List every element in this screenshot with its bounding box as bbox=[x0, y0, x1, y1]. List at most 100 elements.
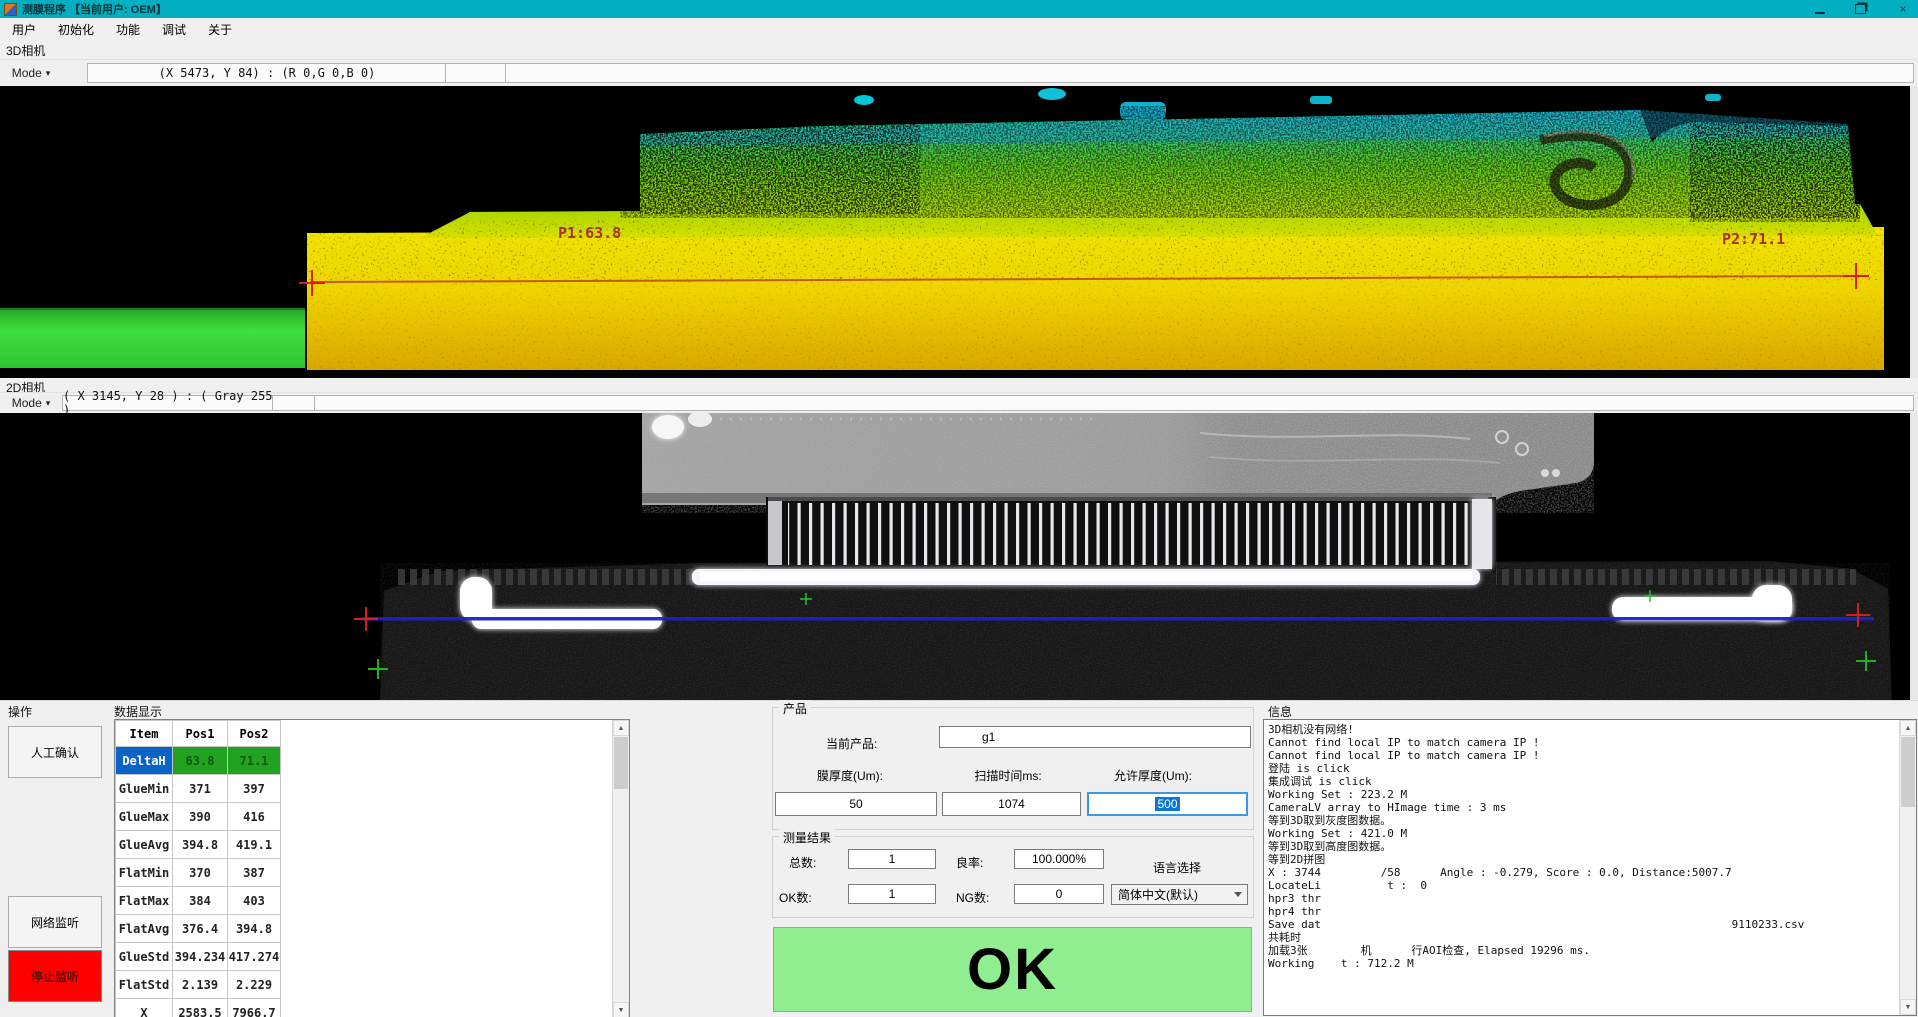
scrollbar-thumb[interactable] bbox=[1901, 737, 1915, 807]
language-label: 语言选择 bbox=[1153, 859, 1201, 876]
value-cell: 71.1 bbox=[228, 747, 281, 775]
ng-count-label: NG数: bbox=[956, 889, 989, 906]
table-row[interactable]: X2583.57966.7 bbox=[116, 999, 281, 1017]
camera2d-status-segment bbox=[272, 395, 316, 411]
column-header[interactable]: Pos2 bbox=[228, 721, 281, 747]
table-row[interactable]: GlueMin371397 bbox=[116, 775, 281, 803]
log-line: hpr3 thr bbox=[1268, 892, 1898, 905]
allow-thickness-field[interactable]: 500 bbox=[1087, 792, 1248, 816]
value-cell: 387 bbox=[228, 859, 281, 887]
scan-time-field[interactable]: 1074 bbox=[942, 792, 1081, 816]
camera3d-status-segment bbox=[445, 63, 507, 83]
total-field[interactable]: 1 bbox=[848, 849, 936, 869]
total-label: 总数: bbox=[789, 854, 816, 871]
yield-label: 良率: bbox=[956, 854, 983, 871]
measurement-listview[interactable]: ItemPos1Pos2 DeltaH63.871.1GlueMin371397… bbox=[114, 719, 630, 1017]
manual-confirm-button[interactable]: 人工确认 bbox=[8, 726, 102, 778]
table-header-row: ItemPos1Pos2 bbox=[116, 721, 281, 747]
menu-bar: 用户 初始化 功能 调试 关于 bbox=[0, 18, 1918, 40]
current-product-field[interactable]: g1 bbox=[939, 726, 1251, 748]
film-thickness-label: 膜厚度(Um): bbox=[817, 767, 883, 784]
item-cell: GlueMin bbox=[116, 775, 173, 803]
value-cell: 63.8 bbox=[173, 747, 228, 775]
item-cell: FlatStd bbox=[116, 971, 173, 999]
ok-count-field[interactable]: 1 bbox=[848, 884, 936, 904]
stop-listen-button[interactable]: 停止监听 bbox=[8, 950, 102, 1002]
scroll-up-icon[interactable]: ▲ bbox=[613, 720, 629, 736]
item-cell: GlueStd bbox=[116, 943, 173, 971]
value-cell: 371 bbox=[173, 775, 228, 803]
product-group-label: 产品 bbox=[779, 700, 811, 717]
value-cell: 376.4 bbox=[173, 915, 228, 943]
value-cell: 384 bbox=[173, 887, 228, 915]
column-header[interactable]: Item bbox=[116, 721, 173, 747]
menu-item-user[interactable]: 用户 bbox=[2, 19, 46, 40]
operations-label: 操作 bbox=[8, 703, 32, 720]
ng-count-field[interactable]: 0 bbox=[1014, 884, 1104, 904]
minimize-button-icon[interactable] bbox=[1815, 4, 1825, 14]
log-line: 3D相机没有网络! bbox=[1268, 723, 1898, 736]
table-row[interactable]: FlatAvg376.4394.8 bbox=[116, 915, 281, 943]
camera2d-pixel-status: ( X 3145, Y 28 ) : ( Gray 255 ) bbox=[62, 395, 274, 411]
selected-text: 500 bbox=[1155, 797, 1179, 811]
item-cell: FlatAvg bbox=[116, 915, 173, 943]
menu-item-debug[interactable]: 调试 bbox=[152, 19, 196, 40]
item-cell: FlatMin bbox=[116, 859, 173, 887]
allow-thickness-label: 允许厚度(Um): bbox=[1114, 767, 1192, 784]
log-line: Cannot find local IP to match camera IP … bbox=[1268, 736, 1898, 749]
log-line: Working Set : 223.2 M bbox=[1268, 788, 1898, 801]
value-cell: 417.274 bbox=[228, 943, 281, 971]
listview-scrollbar[interactable]: ▲ ▼ bbox=[612, 720, 629, 1017]
network-listen-button[interactable]: 网络监听 bbox=[8, 896, 102, 948]
scrollbar-thumb[interactable] bbox=[614, 737, 628, 789]
restore-button-icon[interactable] bbox=[1855, 4, 1866, 14]
current-product-label: 当前产品: bbox=[826, 735, 877, 752]
camera3d-toolbar: Mode ▾ (X 5473, Y 84) : (R 0,G 0,B 0) bbox=[0, 59, 1918, 87]
language-select[interactable]: 简体中文(默认) bbox=[1111, 884, 1248, 905]
value-cell: 7966.7 bbox=[228, 999, 281, 1017]
table-row[interactable]: DeltaH63.871.1 bbox=[116, 747, 281, 775]
heightmap-3d-image: P1:63.8 P2:71.1 bbox=[0, 86, 1918, 378]
scroll-down-icon[interactable]: ▼ bbox=[1900, 999, 1916, 1015]
app-window: 测膜程序 【当前用户: OEM】 × 用户 初始化 功能 调试 关于 3D相机 … bbox=[0, 0, 1918, 1017]
camera2d-image-view[interactable] bbox=[0, 413, 1918, 700]
table-row[interactable]: FlatMax384403 bbox=[116, 887, 281, 915]
value-cell: 394.8 bbox=[228, 915, 281, 943]
p2-annotation: P2:71.1 bbox=[1722, 230, 1785, 248]
camera3d-image-view[interactable]: P1:63.8 P2:71.1 bbox=[0, 86, 1918, 378]
film-thickness-field[interactable]: 50 bbox=[775, 792, 937, 816]
camera2d-mode-button[interactable]: Mode ▾ bbox=[3, 395, 59, 411]
value-cell: 416 bbox=[228, 803, 281, 831]
item-cell: FlatMax bbox=[116, 887, 173, 915]
log-line: Cannot find local IP to match camera IP … bbox=[1268, 749, 1898, 762]
scroll-down-icon[interactable]: ▼ bbox=[613, 1002, 629, 1017]
log-line: 共耗时 bbox=[1268, 931, 1898, 944]
scroll-up-icon[interactable]: ▲ bbox=[1900, 720, 1916, 736]
value-cell: 403 bbox=[228, 887, 281, 915]
window-title: 测膜程序 【当前用户: OEM】 bbox=[22, 1, 167, 17]
item-cell: GlueMax bbox=[116, 803, 173, 831]
table-row[interactable]: FlatStd2.1392.229 bbox=[116, 971, 281, 999]
table-row[interactable]: GlueMax390416 bbox=[116, 803, 281, 831]
item-cell: X bbox=[116, 999, 173, 1017]
info-log-box[interactable]: 3D相机没有网络!Cannot find local IP to match c… bbox=[1263, 719, 1917, 1016]
camera2d-toolbar: Mode ▾ ( X 3145, Y 28 ) : ( Gray 255 ) bbox=[0, 392, 1918, 414]
close-button-icon[interactable]: × bbox=[1896, 2, 1910, 16]
yield-field[interactable]: 100.000% bbox=[1014, 849, 1104, 869]
log-scrollbar[interactable]: ▲ ▼ bbox=[1899, 720, 1916, 1015]
log-line: 等到2D拼图 bbox=[1268, 853, 1898, 866]
value-cell: 2583.5 bbox=[173, 999, 228, 1017]
table-row[interactable]: FlatMin370387 bbox=[116, 859, 281, 887]
chevron-down-icon: ▾ bbox=[46, 68, 51, 79]
menu-item-about[interactable]: 关于 bbox=[198, 19, 242, 40]
camera3d-mode-button[interactable]: Mode ▾ bbox=[3, 63, 59, 83]
table-row[interactable]: GlueStd394.234417.274 bbox=[116, 943, 281, 971]
column-header[interactable]: Pos1 bbox=[173, 721, 228, 747]
value-cell: 370 bbox=[173, 859, 228, 887]
measurement-table-body: DeltaH63.871.1GlueMin371397GlueMax390416… bbox=[116, 747, 281, 1017]
measure-line-2d bbox=[362, 617, 1874, 621]
table-row[interactable]: GlueAvg394.8419.1 bbox=[116, 831, 281, 859]
measurement-table: ItemPos1Pos2 DeltaH63.871.1GlueMin371397… bbox=[115, 720, 281, 1017]
menu-item-init[interactable]: 初始化 bbox=[48, 19, 104, 40]
menu-item-function[interactable]: 功能 bbox=[106, 19, 150, 40]
